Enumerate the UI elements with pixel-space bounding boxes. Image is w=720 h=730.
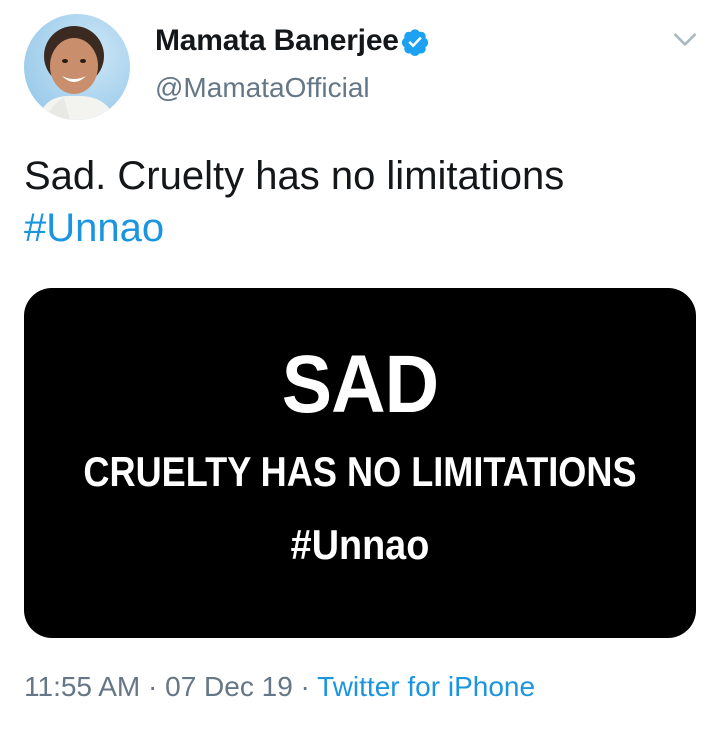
tweet-body: Sad. Cruelty has no limitations: [24, 154, 565, 198]
media-subline: CRUELTY HAS NO LIMITATIONS: [83, 448, 637, 495]
author-handle[interactable]: @MamataOfficial: [155, 72, 370, 104]
avatar[interactable]: [24, 14, 130, 120]
tweet-media-image[interactable]: SAD CRUELTY HAS NO LIMITATIONS #Unnao: [24, 288, 696, 638]
hashtag-link[interactable]: #Unnao: [24, 202, 564, 254]
author-name[interactable]: Mamata Banerjee: [155, 24, 399, 58]
tweet-source-link[interactable]: Twitter for iPhone: [317, 671, 535, 702]
tweet-meta: 11:55 AM · 07 Dec 19 · Twitter for iPhon…: [24, 671, 535, 703]
verified-badge-icon: [401, 29, 429, 56]
tweet-time[interactable]: 11:55 AM: [24, 671, 140, 702]
chevron-down-icon[interactable]: [672, 26, 698, 52]
media-tag: #Unnao: [290, 521, 430, 568]
tweet-text: Sad. Cruelty has no limitations #Unnao: [24, 150, 564, 254]
meta-separator: ·: [140, 671, 166, 702]
meta-separator: ·: [292, 671, 318, 702]
tweet-date[interactable]: 07 Dec 19: [165, 671, 293, 702]
media-headline: SAD: [281, 339, 439, 430]
